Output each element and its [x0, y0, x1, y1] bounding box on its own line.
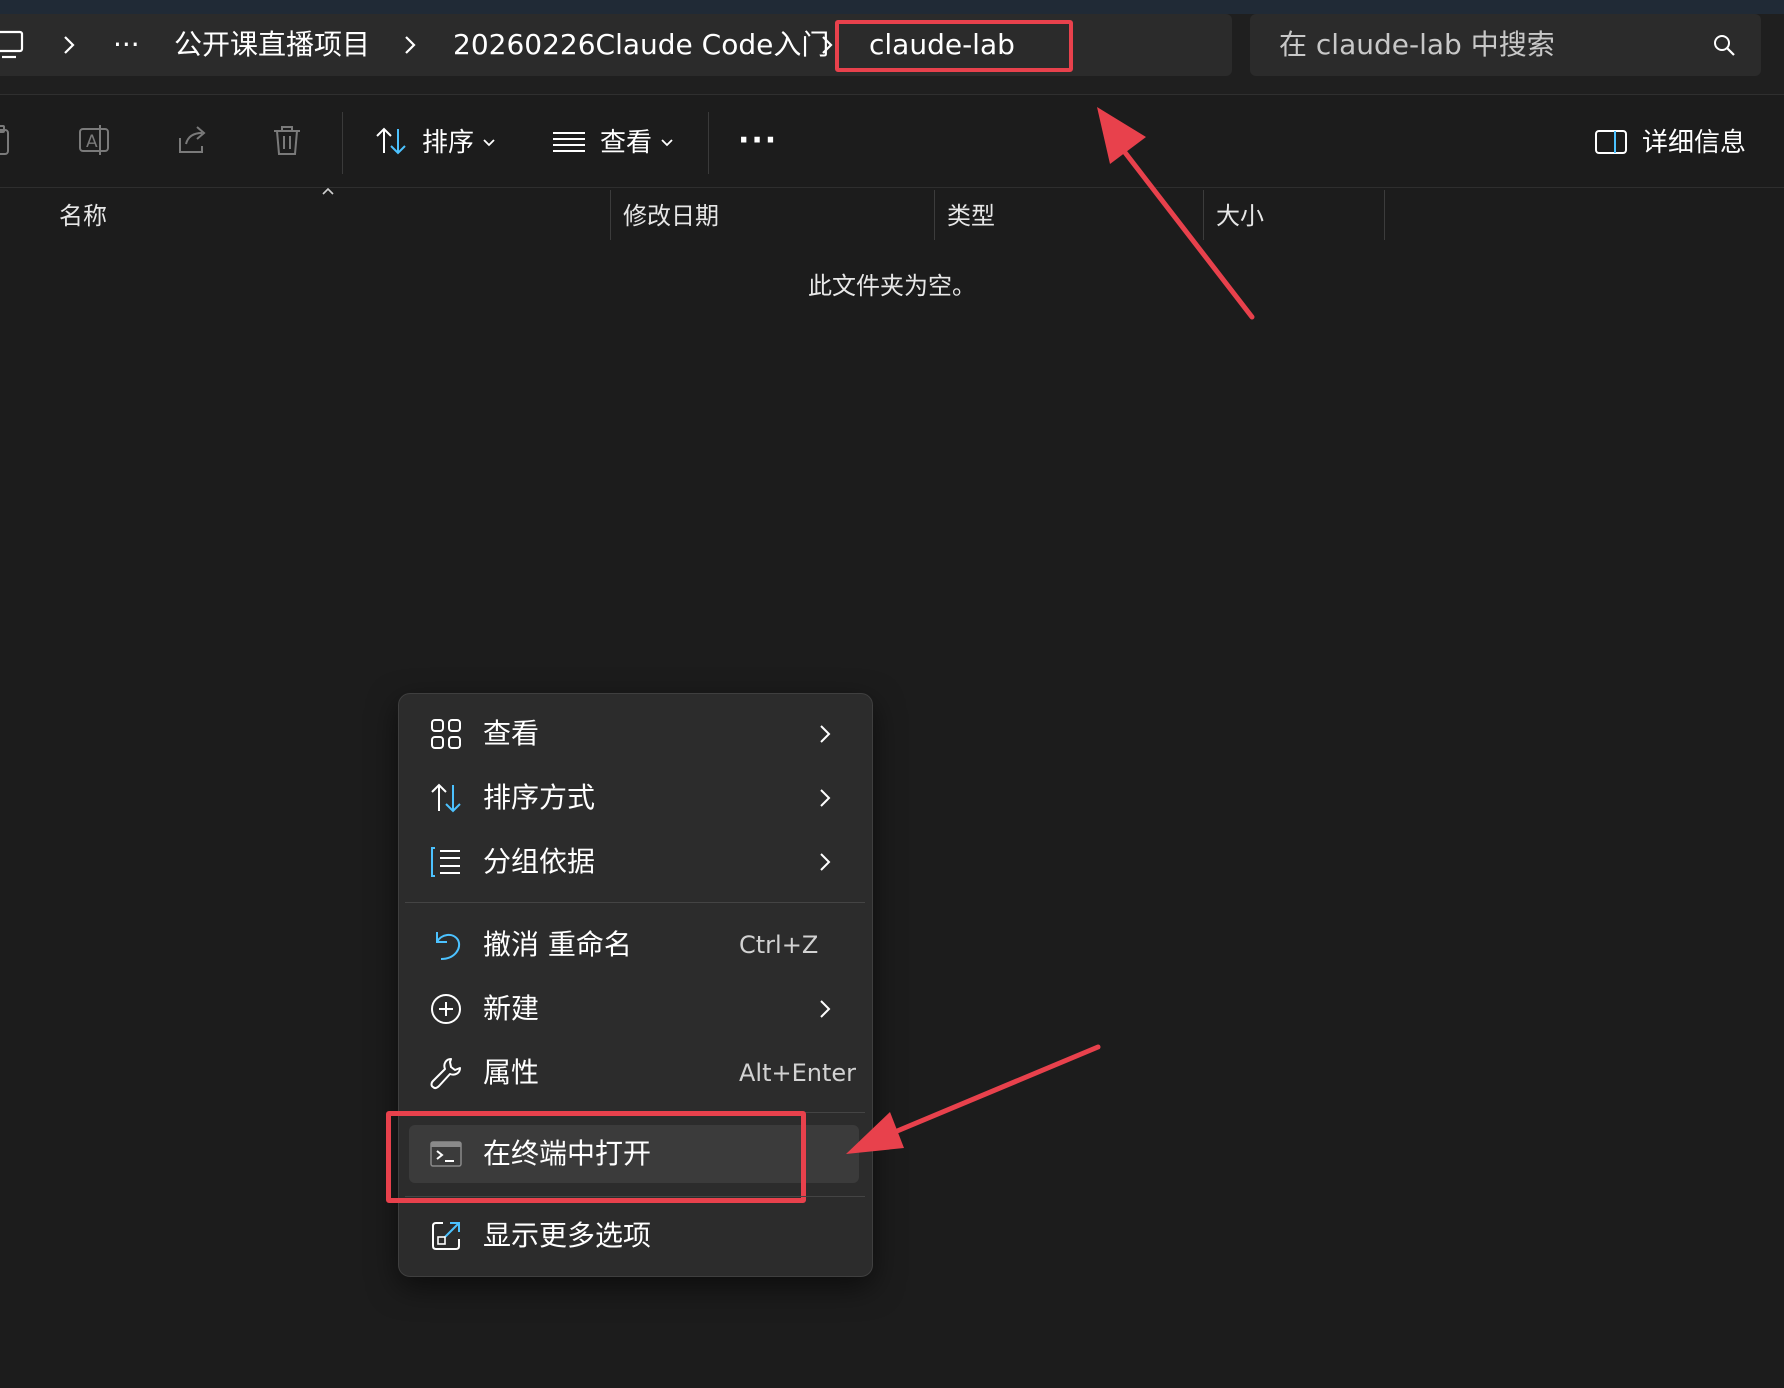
- column-divider[interactable]: [1384, 190, 1385, 240]
- column-divider[interactable]: [934, 190, 935, 240]
- shortcut-text: Ctrl+Z: [739, 931, 819, 959]
- group-list-icon: [429, 845, 463, 879]
- open-in-terminal-highlight-box: [386, 1111, 806, 1203]
- search-icon[interactable]: [1712, 33, 1736, 57]
- column-header-type[interactable]: 类型: [947, 196, 995, 236]
- chevron-right-icon: [819, 788, 831, 808]
- share-icon[interactable]: [176, 124, 210, 156]
- chevron-down-icon[interactable]: [660, 138, 674, 148]
- grid-icon: [429, 717, 463, 751]
- paste-icon[interactable]: [0, 124, 18, 156]
- chevron-right-icon: [819, 999, 831, 1019]
- search-input[interactable]: 在 claude-lab 中搜索: [1279, 14, 1555, 76]
- column-header-date[interactable]: 修改日期: [623, 196, 719, 236]
- breadcrumb-chevron-icon[interactable]: [62, 14, 76, 76]
- toolbar-divider: [342, 112, 343, 174]
- menu-item-show-more-options[interactable]: 显示更多选项: [401, 1208, 867, 1264]
- menu-item-label: 新建: [483, 992, 540, 1025]
- computer-icon[interactable]: [0, 30, 26, 60]
- menu-item-new[interactable]: 新建: [401, 981, 867, 1037]
- chevron-right-icon: [819, 724, 831, 744]
- sort-icon: [429, 781, 463, 815]
- sort-ascending-caret-icon: [321, 186, 335, 196]
- breadcrumb-chevron-icon[interactable]: [820, 14, 834, 76]
- menu-item-label: 撤消 重命名: [483, 928, 632, 961]
- column-header-size[interactable]: 大小: [1216, 196, 1264, 236]
- empty-folder-message: 此文件夹为空。: [808, 272, 976, 300]
- details-pane-icon[interactable]: [1594, 128, 1628, 156]
- breadcrumb-item-course[interactable]: 20260226Claude Code入门: [453, 14, 829, 76]
- share-out-icon: [429, 1219, 463, 1253]
- column-header-name[interactable]: 名称: [59, 196, 107, 236]
- menu-item-undo-rename[interactable]: 撤消 重命名 Ctrl+Z: [401, 917, 867, 973]
- sort-icon[interactable]: [374, 126, 408, 156]
- column-divider[interactable]: [610, 190, 611, 240]
- menu-item-label: 分组依据: [483, 845, 596, 878]
- more-options-button[interactable]: ···: [738, 116, 778, 166]
- undo-icon: [429, 928, 463, 962]
- menu-item-label: 显示更多选项: [483, 1219, 652, 1252]
- arrow-to-terminal-item: [846, 1044, 1101, 1154]
- command-bar: [0, 95, 1784, 188]
- wrench-icon: [429, 1056, 463, 1090]
- menu-item-label: 属性: [483, 1056, 540, 1089]
- chevron-down-icon[interactable]: [482, 138, 496, 148]
- view-list-icon[interactable]: [552, 130, 586, 154]
- menu-item-sort-by[interactable]: 排序方式: [401, 770, 867, 826]
- rename-icon[interactable]: A: [78, 124, 114, 156]
- menu-item-properties[interactable]: 属性 Alt+Enter: [401, 1045, 867, 1101]
- chevron-right-icon: [819, 852, 831, 872]
- current-folder-highlight-box: [835, 20, 1073, 72]
- menu-item-view[interactable]: 查看: [401, 706, 867, 762]
- breadcrumb-overflow[interactable]: ···: [113, 14, 140, 76]
- menu-divider: [405, 902, 865, 903]
- view-button[interactable]: 查看: [600, 118, 652, 168]
- annotation-arrows: [846, 107, 1255, 1154]
- menu-divider: [405, 1196, 865, 1197]
- breadcrumb-item-project[interactable]: 公开课直播项目: [174, 14, 370, 76]
- toolbar-divider: [708, 112, 709, 174]
- menu-item-label: 排序方式: [483, 781, 596, 814]
- menu-item-label: 查看: [483, 717, 540, 750]
- title-strip: [0, 0, 1784, 14]
- delete-icon[interactable]: [272, 124, 302, 156]
- breadcrumb-chevron-icon[interactable]: [403, 14, 417, 76]
- column-divider[interactable]: [1203, 190, 1204, 240]
- shortcut-text: Alt+Enter: [739, 1059, 857, 1087]
- sort-button[interactable]: 排序: [422, 118, 474, 168]
- svg-text:A: A: [86, 132, 98, 152]
- details-button[interactable]: 详细信息: [1642, 118, 1746, 168]
- menu-item-group-by[interactable]: 分组依据: [401, 834, 867, 890]
- plus-circle-icon: [429, 992, 463, 1026]
